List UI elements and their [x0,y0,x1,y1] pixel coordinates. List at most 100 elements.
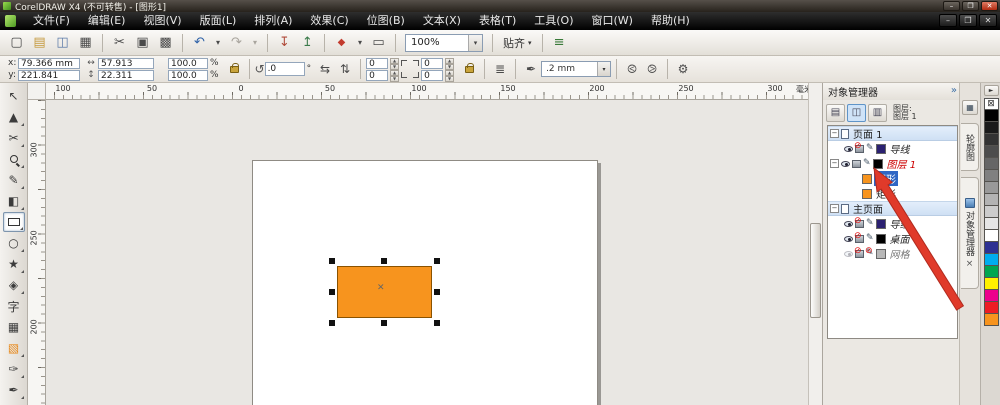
selection-handle-nw[interactable] [329,258,335,264]
freehand-tool[interactable]: ✎ [3,170,25,190]
selection-handle-e[interactable] [434,289,440,295]
wrap-text-icon[interactable]: ≣ [490,59,510,79]
copy-icon[interactable]: ▣ [132,32,153,53]
zoom-level-combo[interactable]: 100% ▾ [405,33,483,52]
outline-width-combo[interactable]: .2 mm ▾ [541,61,612,77]
menu-effects[interactable]: 效果(C) [301,12,357,30]
horizontal-ruler[interactable]: 100 50 0 50 100 150 200 250 300 毫米 [46,83,812,100]
print-disabled-icon[interactable] [854,142,864,153]
edit-icon[interactable]: ✎ [866,144,874,153]
visibility-icon[interactable] [844,145,853,152]
color-swatch[interactable] [983,158,999,170]
print-icon[interactable]: ▦ [75,32,96,53]
mirror-horizontal-icon[interactable]: ⇆ [315,59,335,79]
order-front-icon[interactable]: ⧀ [622,59,642,79]
y-position-field[interactable]: 221.841 mm [18,69,80,91]
text-tool[interactable]: 字 [3,296,25,316]
undo-icon[interactable]: ↶ [189,32,210,53]
export-icon[interactable]: ↥ [297,32,318,53]
launcher-dropdown-icon[interactable]: ▾ [354,32,366,53]
paste-icon[interactable]: ▩ [155,32,176,53]
corner-radius-tl-field[interactable]: 0 [366,57,389,69]
color-swatch[interactable] [983,290,999,302]
tab-contour-docker[interactable]: 轮廓图 [961,123,979,171]
layer-label[interactable]: 导线 [888,216,912,231]
crop-tool[interactable]: ✂ [3,128,25,148]
selection-handle-sw[interactable] [329,320,335,326]
tree-row-layer1[interactable]: − ✎ 图层 1 [828,156,957,171]
object-height-field[interactable]: 22.311 mm [98,69,154,91]
application-launcher-icon[interactable]: ◆ [331,32,352,53]
welcome-screen-icon[interactable]: ▭ [368,32,389,53]
layer-label[interactable]: 导线 [888,141,912,156]
menu-arrange[interactable]: 排列(A) [245,12,301,30]
edit-icon[interactable]: ✎ [863,159,871,168]
scale-lock-icon[interactable] [229,62,239,73]
color-swatch[interactable] [983,170,999,182]
basic-shapes-tool[interactable]: ◈ [3,275,25,295]
ellipse-tool[interactable]: ○ [3,233,25,253]
tree-row-desktop[interactable]: ✎ 桌面 [828,231,957,246]
scale-h-field[interactable]: 100.0 [168,57,208,69]
corner-tr-spinner[interactable]: ▲ ▼ [445,57,455,70]
tree-row-master-page[interactable]: − 主页面 [828,201,957,216]
show-object-properties-button[interactable]: ▤ [826,103,845,122]
outline-dropdown-icon[interactable]: ▾ [597,62,611,76]
object-label[interactable]: 矩形 [874,186,898,201]
x-position-field[interactable]: 79.366 mm [18,57,80,69]
menu-table[interactable]: 表格(T) [470,12,525,30]
pick-tool[interactable]: ↖ [3,86,25,106]
color-swatch[interactable] [983,182,999,194]
edit-icon[interactable]: ✎ [866,219,874,228]
color-swatch[interactable] [983,266,999,278]
visibility-icon[interactable] [841,160,850,167]
options-icon[interactable]: ≡ [549,32,570,53]
print-disabled-icon[interactable] [854,232,864,243]
visibility-icon[interactable] [844,220,853,227]
doc-minimize-button[interactable]: – [939,14,957,27]
doc-close-button[interactable]: ✕ [979,14,997,27]
color-swatch[interactable] [983,302,999,314]
corner-bl-spinner[interactable]: ▲ ▼ [390,69,400,82]
menu-window[interactable]: 窗口(W) [583,12,642,30]
menu-bitmaps[interactable]: 位图(B) [358,12,414,30]
tree-row-grid[interactable]: ✎ 网格 [828,246,957,261]
edit-icon[interactable]: ✎ [866,234,874,243]
menu-view[interactable]: 视图(V) [134,12,190,30]
color-swatch[interactable] [983,122,999,134]
close-button[interactable]: ✕ [981,1,998,11]
tree-row-rectangle[interactable]: 矩形 [828,186,957,201]
color-swatch[interactable] [983,194,999,206]
ruler-origin[interactable] [28,83,46,100]
corner-radius-bl-field[interactable]: 0 [366,69,389,81]
color-swatch[interactable] [983,134,999,146]
save-icon[interactable]: ◫ [52,32,73,53]
tab-object-manager[interactable]: 对象管理器 × [961,177,979,289]
smart-fill-tool[interactable]: ◧ [3,191,25,211]
vertical-scrollbar[interactable] [808,83,822,405]
import-icon[interactable]: ↧ [274,32,295,53]
color-swatch[interactable] [983,218,999,230]
order-back-icon[interactable]: ⧁ [642,59,662,79]
object-width-field[interactable]: 57.913 mm [98,57,154,79]
shape-tool[interactable]: ▲ [3,107,25,127]
color-swatch[interactable] [983,278,999,290]
docker-chevron-icon[interactable]: » [951,85,957,96]
menu-layout[interactable]: 版面(L) [191,12,246,30]
rotation-angle-field[interactable]: .0 [264,62,305,76]
layer-label[interactable]: 桌面 [888,231,912,246]
table-tool[interactable]: ▦ [3,317,25,337]
color-swatch[interactable] [983,206,999,218]
visibility-icon[interactable] [844,235,853,242]
vertical-ruler[interactable]: 300 250 200 [28,100,46,405]
no-color-swatch[interactable]: ⊠ [983,98,999,110]
color-swatch[interactable] [983,110,999,122]
palette-flyout-icon[interactable]: ► [983,85,999,96]
selection-handle-w[interactable] [329,289,335,295]
collapse-icon[interactable]: − [830,129,839,138]
scrollbar-thumb[interactable] [810,223,821,318]
menu-help[interactable]: 帮助(H) [642,12,699,30]
print-disabled-icon[interactable] [854,247,864,258]
corner-lock-icon[interactable] [465,62,475,73]
color-swatch[interactable] [983,254,999,266]
